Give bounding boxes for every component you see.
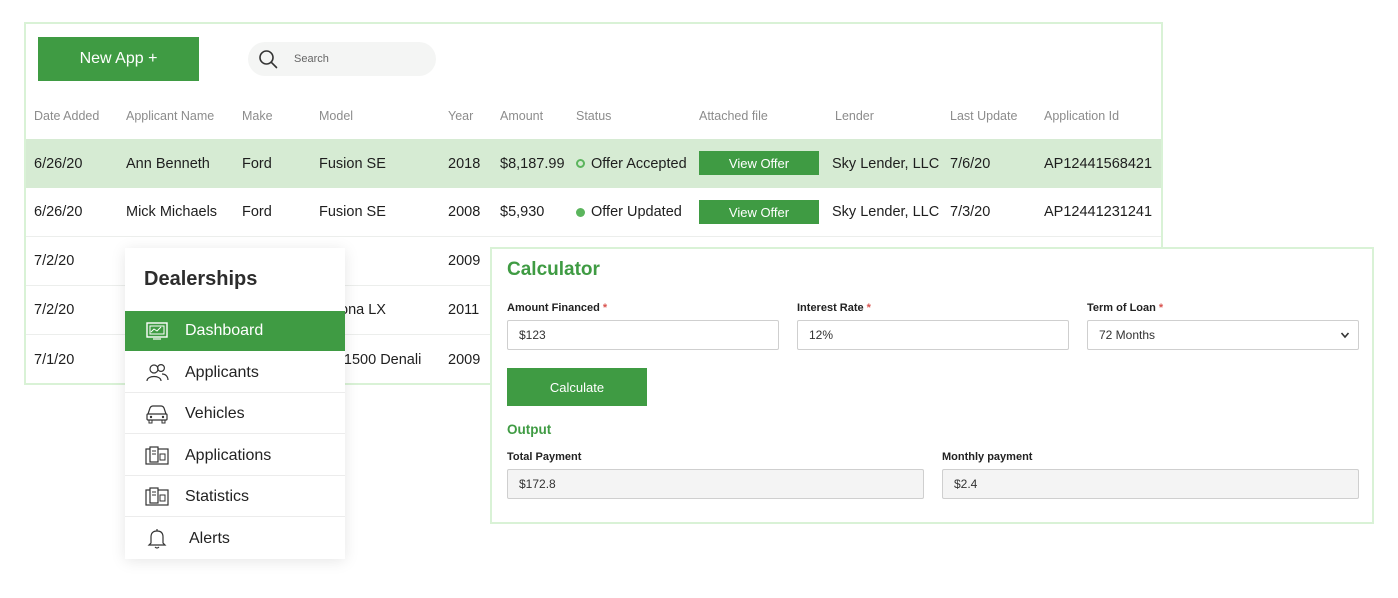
cell-model: ona LX — [340, 302, 386, 318]
cell-date-added: 7/1/20 — [34, 351, 75, 368]
cell-application-id: AP12441568421 — [1044, 155, 1153, 172]
search-bar[interactable] — [248, 42, 436, 76]
column-header-year[interactable]: Year — [448, 109, 473, 123]
interest-rate-label: Interest Rate * — [797, 302, 871, 314]
menu-item-label: Applicants — [185, 363, 259, 381]
amount-financed-label-text: Amount Financed — [507, 302, 600, 314]
menu-item-applicants[interactable]: Applicants — [125, 353, 345, 393]
status-dot-icon — [576, 159, 585, 168]
menu-item-label: Vehicles — [185, 404, 245, 422]
car-icon — [145, 403, 169, 425]
dashboard-icon — [145, 320, 169, 342]
cell-year: 2009 — [448, 351, 481, 368]
column-header-status[interactable]: Status — [576, 109, 611, 123]
column-header-application-id[interactable]: Application Id — [1044, 109, 1119, 123]
cell-date-added: 7/2/20 — [34, 302, 75, 318]
cell-model: Fusion SE — [319, 204, 386, 220]
cell-make: Ford — [242, 155, 272, 172]
required-marker: * — [1158, 302, 1164, 314]
cell-application-id: AP12441231241 — [1044, 204, 1153, 220]
status-badge: Offer Accepted — [576, 156, 687, 172]
new-app-button[interactable]: New App + — [38, 37, 199, 81]
monthly-payment-field[interactable] — [942, 469, 1359, 499]
menu-item-applications[interactable]: Applications — [125, 436, 345, 476]
cell-last-update: 7/3/20 — [950, 204, 991, 220]
cell-lender: Sky Lender, LLC — [832, 155, 940, 172]
calculator-panel: Calculator Amount Financed* Interest Rat… — [490, 247, 1374, 524]
calculator-title: Calculator — [507, 259, 600, 280]
calculate-button[interactable]: Calculate — [507, 368, 647, 406]
bell-icon — [145, 528, 169, 550]
dealerships-menu: Dealerships Dashboard Applicants Vehicle… — [125, 248, 345, 559]
menu-item-dashboard[interactable]: Dashboard — [125, 311, 345, 351]
cell-year: 2009 — [448, 253, 481, 269]
cell-year: 2011 — [448, 302, 480, 318]
monthly-payment-label: Monthly payment — [942, 451, 1033, 463]
required-marker: * — [602, 302, 608, 314]
cell-amount: $5,930 — [500, 204, 545, 220]
column-header-lender[interactable]: Lender — [835, 109, 874, 123]
table-row[interactable]: 6/26/20 Ann Benneth Ford Fusion SE 2018 … — [26, 139, 1161, 188]
column-header-last-update[interactable]: Last Update — [950, 109, 1017, 123]
cell-year: 2008 — [448, 204, 481, 220]
cell-lender: Sky Lender, LLC — [832, 204, 940, 220]
document-icon — [145, 445, 169, 467]
interest-rate-field[interactable] — [797, 320, 1069, 350]
menu-item-label: Dashboard — [185, 322, 264, 339]
amount-financed-label: Amount Financed * — [507, 302, 607, 314]
menu-item-statistics[interactable]: Statistics — [125, 477, 345, 517]
cell-applicant-name: Ann Benneth — [126, 155, 210, 172]
status-badge: Offer Updated — [576, 204, 682, 220]
cell-model: Fusion SE — [319, 155, 386, 172]
view-offer-button[interactable]: View Offer — [699, 200, 819, 224]
menu-item-label: Applications — [185, 446, 272, 464]
cell-date-added: 6/26/20 — [34, 204, 83, 220]
term-of-loan-select[interactable]: 72 Months — [1087, 320, 1359, 350]
view-offer-button[interactable]: View Offer — [699, 151, 819, 175]
column-header-make[interactable]: Make — [242, 109, 273, 123]
interest-rate-label-text: Interest Rate — [797, 302, 864, 314]
menu-item-label: Alerts — [189, 530, 230, 547]
column-header-attached-file[interactable]: Attached file — [699, 109, 768, 123]
term-of-loan-value: 72 Months — [1099, 328, 1156, 342]
status-dot-icon — [576, 207, 585, 217]
menu-title: Dealerships — [144, 268, 258, 290]
column-header-amount[interactable]: Amount — [500, 109, 543, 123]
total-payment-field[interactable] — [507, 469, 924, 499]
status-text: Offer Updated — [591, 204, 682, 220]
menu-item-vehicles[interactable]: Vehicles — [125, 394, 345, 434]
column-header-date-added[interactable]: Date Added — [34, 109, 99, 123]
status-text: Offer Accepted — [591, 155, 687, 172]
cell-date-added: 6/26/20 — [34, 155, 83, 172]
cell-last-update: 7/6/20 — [950, 155, 991, 172]
cell-date-added: 7/2/20 — [34, 253, 75, 269]
users-icon — [145, 362, 169, 384]
menu-item-alerts[interactable]: Alerts — [125, 519, 345, 559]
search-input[interactable] — [294, 53, 414, 65]
amount-financed-field[interactable] — [507, 320, 779, 350]
chevron-down-icon — [1340, 332, 1350, 339]
search-icon — [259, 50, 278, 69]
table-header: Date Added Applicant Name Make Model Yea… — [26, 109, 1161, 129]
cell-amount: $8,187.99 — [500, 155, 565, 172]
cell-year: 2018 — [448, 155, 481, 172]
column-header-applicant-name[interactable]: Applicant Name — [126, 109, 214, 123]
table-row[interactable]: 6/26/20 Mick Michaels Ford Fusion SE 200… — [26, 188, 1161, 237]
term-of-loan-label-text: Term of Loan — [1087, 302, 1156, 314]
term-of-loan-label: Term of Loan * — [1087, 302, 1163, 314]
cell-applicant-name: Mick Michaels — [126, 204, 218, 220]
cell-make: Ford — [242, 204, 272, 220]
output-title: Output — [507, 422, 552, 437]
menu-item-label: Statistics — [185, 487, 250, 505]
required-marker: * — [866, 302, 871, 314]
statistics-icon — [145, 486, 169, 508]
total-payment-label: Total Payment — [507, 451, 582, 463]
column-header-model[interactable]: Model — [319, 109, 353, 123]
